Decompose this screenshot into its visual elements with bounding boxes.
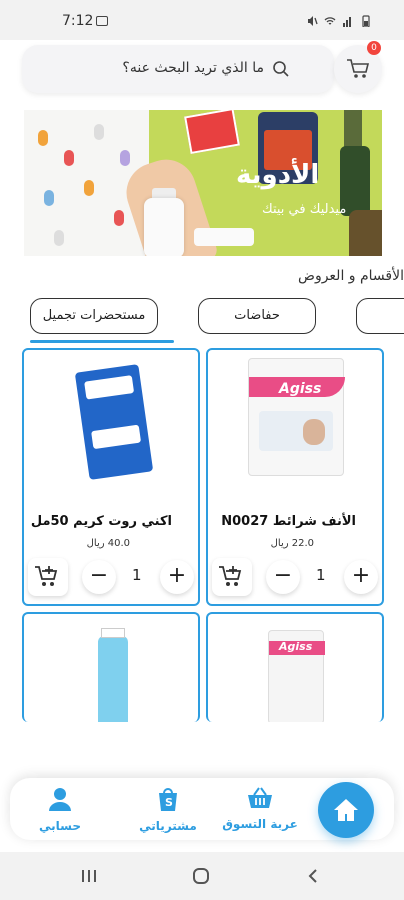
promo-banner[interactable]: الأدوية ميدليك في بيتك	[24, 110, 382, 256]
banner-dropper-image	[344, 110, 362, 150]
product-price: 40.0 ريال	[86, 538, 130, 549]
add-to-cart-button[interactable]	[212, 558, 252, 596]
product-name: اكني روت كريم 50مل	[30, 514, 172, 529]
product-card[interactable]: Agiss	[206, 612, 384, 722]
product-label-graphic	[84, 375, 135, 400]
pill-graphic	[114, 210, 124, 226]
banner-title: الأدوية	[236, 160, 320, 190]
product-image-acne-root	[74, 364, 154, 480]
add-cart-icon	[219, 566, 242, 586]
tab-more[interactable]	[356, 298, 404, 334]
app-screen: 7:12 ما الذي تريد البحث عنه؟ 0 الأدوية م…	[0, 0, 404, 900]
product-image-agiss: Agiss	[268, 630, 325, 722]
product-brand-logo: Agiss	[279, 381, 322, 397]
pill-graphic	[64, 150, 74, 166]
pill-graphic	[44, 190, 54, 206]
product-image-tube	[98, 628, 128, 722]
product-card[interactable]: Agiss الأنف شرائط N0027 22.0 ريال + 1 −	[206, 348, 384, 606]
battery-icon	[362, 15, 370, 27]
nav-purchases[interactable]: S مشترياتي	[128, 786, 208, 833]
product-card[interactable]: اكني روت كريم 50مل 40.0 ريال + 1 −	[22, 348, 200, 606]
product-label-graphic	[91, 424, 142, 450]
quantity-value: 1	[132, 566, 142, 584]
gallery-notification-icon	[96, 16, 108, 26]
tab-cosmetics[interactable]: مستحضرات تجميل	[30, 298, 158, 334]
pill-graphic	[54, 230, 64, 246]
pill-graphic	[84, 180, 94, 196]
status-bar: 7:12	[0, 0, 404, 40]
tab-diapers[interactable]: حفاضات	[198, 298, 316, 334]
product-card[interactable]	[22, 612, 200, 722]
banner-subtitle: ميدليك في بيتك	[262, 202, 347, 217]
search-input[interactable]: ما الذي تريد البحث عنه؟	[122, 60, 264, 76]
nav-cart-label: عربة التسوق	[222, 817, 298, 831]
cart-icon	[347, 59, 370, 78]
pill-graphic	[38, 130, 48, 146]
nav-account-label: حسابي	[38, 819, 81, 833]
increase-quantity-button[interactable]: +	[344, 560, 378, 594]
signal-icon	[343, 17, 351, 27]
quantity-value: 1	[316, 566, 326, 584]
increase-quantity-button[interactable]: +	[160, 560, 194, 594]
cart-badge: 0	[367, 41, 381, 55]
home-icon	[334, 799, 358, 821]
system-navigation-bar	[0, 852, 404, 900]
section-title: الأقسام و العروض	[298, 268, 404, 284]
product-tube-cap	[101, 628, 125, 638]
nav-home-button[interactable]	[318, 782, 374, 838]
status-icons	[306, 15, 372, 27]
product-brand-logo: Agiss	[279, 640, 313, 653]
search-bar[interactable]: ما الذي تريد البحث عنه؟	[22, 45, 334, 93]
mute-icon	[308, 16, 318, 26]
pill-graphic	[94, 124, 104, 140]
nav-purchases-label: مشترياتي	[139, 819, 197, 833]
product-price: 22.0 ريال	[270, 538, 314, 549]
product-image-agiss-nose-strips: Agiss	[248, 358, 345, 476]
shopping-bag-icon: S	[159, 788, 177, 811]
wifi-icon	[324, 17, 336, 25]
nav-cart[interactable]: عربة التسوق	[220, 786, 300, 831]
status-time: 7:12	[62, 13, 94, 29]
product-face-graphic	[303, 419, 325, 445]
banner-amber-bottle	[349, 210, 382, 256]
banner-spoon-image	[194, 228, 254, 246]
svg-text:S: S	[165, 796, 173, 809]
banner-bottle-image	[144, 198, 184, 256]
banner-box-image	[184, 110, 240, 155]
decrease-quantity-button[interactable]: −	[266, 560, 300, 594]
recent-apps-icon[interactable]	[80, 868, 98, 884]
nav-account[interactable]: حسابي	[20, 786, 100, 833]
product-name: الأنف شرائط N0027	[221, 514, 356, 529]
search-icon	[273, 61, 289, 77]
add-cart-icon	[35, 566, 58, 586]
user-icon	[49, 788, 71, 811]
home-system-icon[interactable]	[192, 868, 210, 884]
pill-graphic	[120, 150, 130, 166]
active-tab-indicator	[30, 340, 174, 343]
decrease-quantity-button[interactable]: −	[82, 560, 116, 594]
basket-icon	[248, 787, 272, 808]
back-icon[interactable]	[306, 868, 320, 884]
add-to-cart-button[interactable]	[28, 558, 68, 596]
